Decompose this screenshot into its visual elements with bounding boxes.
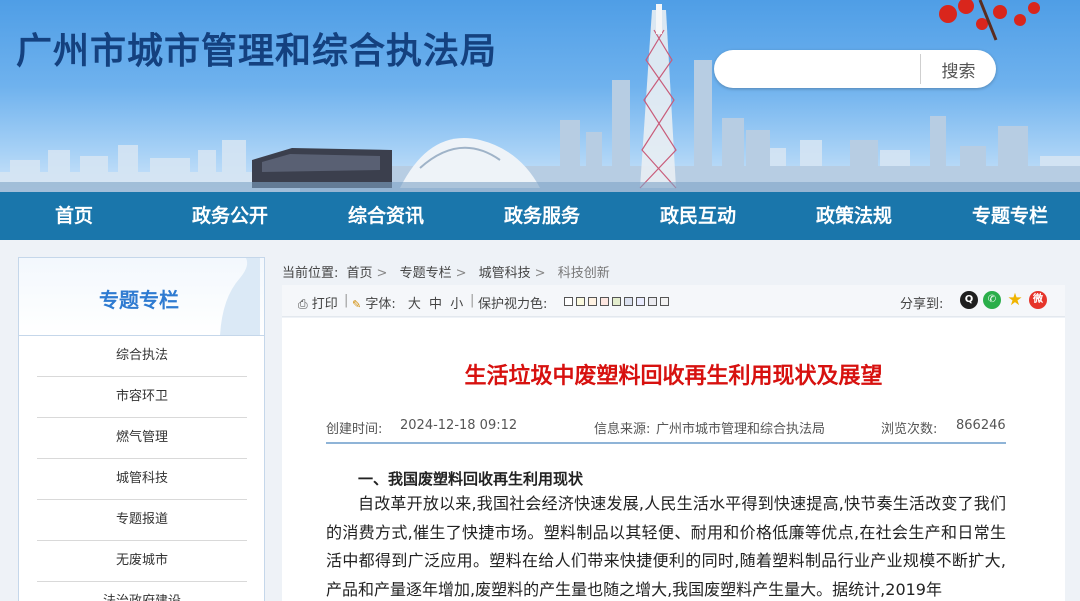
search-box: 搜索 (714, 50, 996, 88)
eye-color-swatch[interactable] (564, 297, 573, 306)
eye-color-swatch[interactable] (648, 297, 657, 306)
nav-interaction[interactable]: 政民互动 (638, 192, 758, 240)
breadcrumb-current: 科技创新 (557, 266, 610, 281)
header-banner: 广州市城市管理和综合执法局 搜索 (0, 0, 1080, 192)
breadcrumb-separator: > (455, 266, 467, 281)
print-button[interactable]: ⎙ 打印 (298, 293, 338, 312)
search-button[interactable]: 搜索 (921, 50, 996, 88)
eye-color-swatch[interactable] (624, 297, 633, 306)
breadcrumb-separator: > (534, 266, 546, 281)
font-label: 字体: (365, 297, 396, 312)
created-value: 2024-12-18 09:12 (400, 418, 518, 433)
weibo-icon[interactable]: 微 (1029, 291, 1047, 309)
wechat-icon[interactable]: ✆ (983, 291, 1001, 309)
eye-color-swatch[interactable] (660, 297, 669, 306)
toolbar-divider: | (344, 293, 349, 308)
eye-color-label: 保护视力色: (478, 297, 548, 312)
sidebar-header: 专题专栏 (19, 258, 264, 336)
views-label: 浏览次数: (881, 422, 938, 437)
printer-icon: ⎙ (298, 297, 308, 311)
sidebar-item-reports[interactable]: 专题报道 (37, 500, 247, 541)
font-small-button[interactable]: 小 (450, 297, 463, 312)
article-paragraph: 自改革开放以来,我国社会经济快速发展,人民生活水平得到快速提高,快节奏生活改变了… (326, 494, 1006, 599)
font-medium-button[interactable]: 中 (429, 297, 442, 312)
source-label: 信息来源: (594, 422, 651, 437)
breadcrumb-separator: > (376, 266, 388, 281)
article-meta: 创建时间: 2024-12-18 09:12 信息来源: 广州市城市管理和综合执… (326, 418, 1006, 444)
sidebar-item-tech[interactable]: 城管科技 (37, 459, 247, 500)
site-title: 广州市城市管理和综合执法局 (16, 31, 498, 72)
article-title: 生活垃圾中废塑料回收再生利用现状及展望 (464, 364, 883, 389)
nav-home[interactable]: 首页 (14, 192, 134, 240)
qzone-icon[interactable]: ★ (1006, 291, 1024, 309)
source-value: 广州市城市管理和综合执法局 (656, 422, 826, 437)
views-value: 866246 (956, 418, 1006, 433)
section-heading: 一、我国废塑料回收再生利用现状 (358, 470, 584, 488)
breadcrumb-home[interactable]: 首页 (347, 266, 373, 281)
font-size-control: ✎ 字体: 大 中 小 (352, 293, 463, 312)
nav-news[interactable]: 综合资讯 (326, 192, 446, 240)
sidebar-item-gas[interactable]: 燃气管理 (37, 418, 247, 459)
pen-icon: ✎ (352, 298, 362, 311)
share-label: 分享到: (900, 297, 944, 312)
article-toolbar: ⎙ 打印 | ✎ 字体: 大 中 小 | 保护视力色: 分享到: Q ✆ ★ 微 (282, 285, 1065, 317)
breadcrumb-city-tech[interactable]: 城管科技 (479, 266, 531, 281)
sidebar-item-sanitation[interactable]: 市容环卫 (37, 377, 247, 418)
breadcrumb-prefix: 当前位置: (282, 266, 339, 281)
eye-color-swatch[interactable] (612, 297, 621, 306)
eye-color-swatches (564, 294, 672, 309)
eye-color-swatch[interactable] (576, 297, 585, 306)
breadcrumb: 当前位置: 首页 > 专题专栏 > 城管科技 > 科技创新 (282, 262, 614, 281)
nav-policies[interactable]: 政策法规 (794, 192, 914, 240)
sidebar-item-rule-of-law[interactable]: 法治政府建设 (37, 582, 247, 601)
eye-color-swatch[interactable] (636, 297, 645, 306)
print-label: 打印 (311, 297, 338, 312)
sidebar: 专题专栏 综合执法 市容环卫 燃气管理 城管科技 专题报道 无废城市 法治政府建… (18, 257, 265, 601)
qq-icon[interactable]: Q (960, 291, 978, 309)
breadcrumb-special-topics[interactable]: 专题专栏 (400, 266, 452, 281)
font-large-button[interactable]: 大 (408, 297, 421, 312)
sidebar-item-enforcement[interactable]: 综合执法 (37, 336, 247, 377)
toolbar-divider: | (470, 293, 475, 308)
sidebar-item-zero-waste[interactable]: 无废城市 (37, 541, 247, 582)
sidebar-title: 专题专栏 (99, 288, 179, 312)
nav-gov-affairs[interactable]: 政务公开 (170, 192, 290, 240)
search-input[interactable] (728, 56, 918, 82)
created-label: 创建时间: (326, 422, 383, 437)
eye-color-swatch[interactable] (600, 297, 609, 306)
eye-color-swatch[interactable] (588, 297, 597, 306)
main-nav: 首页 政务公开 综合资讯 政务服务 政民互动 政策法规 专题专栏 (0, 192, 1080, 240)
article-content: 生活垃圾中废塑料回收再生利用现状及展望 创建时间: 2024-12-18 09:… (282, 318, 1065, 601)
nav-special-topics[interactable]: 专题专栏 (950, 192, 1070, 240)
nav-services[interactable]: 政务服务 (482, 192, 602, 240)
